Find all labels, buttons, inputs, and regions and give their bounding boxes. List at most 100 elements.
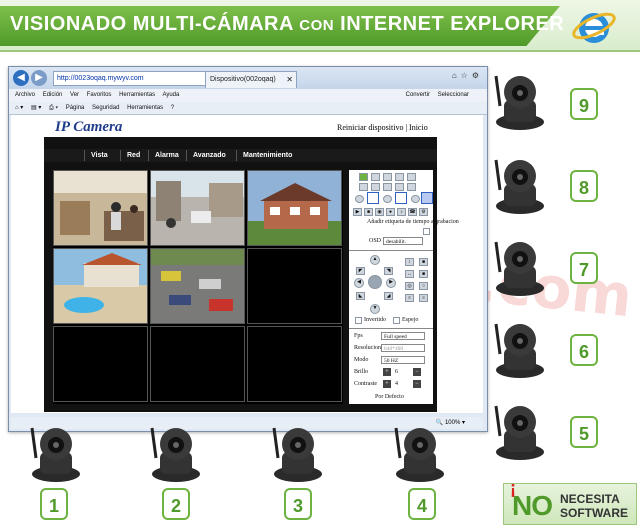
ptz-upleft-icon[interactable]: ◤ — [356, 267, 365, 275]
camera-number-3: 3 — [284, 488, 312, 520]
browser-menubar: Archivo Edición Ver Favoritos Herramient… — [9, 89, 487, 102]
camera-view-7[interactable] — [53, 326, 148, 402]
divider — [349, 328, 433, 329]
contrast-value: 4 — [395, 381, 398, 387]
menu-item-edicion[interactable]: Edición — [43, 92, 63, 98]
layout-5-icon[interactable] — [407, 173, 416, 181]
view-nine-radio[interactable] — [411, 195, 420, 203]
play-icon[interactable]: ▶ — [353, 208, 362, 216]
grid-1-icon[interactable] — [367, 192, 379, 204]
divider — [349, 250, 433, 251]
grid-4-icon[interactable] — [395, 192, 407, 204]
preset-icon[interactable]: ≡ — [405, 294, 414, 302]
menu-item-ayuda[interactable]: Ayuda — [162, 92, 179, 98]
ptz-downleft-icon[interactable]: ◣ — [356, 292, 365, 300]
patrol-horizontal-icon[interactable]: ↔ — [405, 270, 414, 278]
back-button[interactable]: ◀ — [13, 70, 29, 86]
help-icon[interactable]: ? — [171, 105, 174, 111]
menu-item-archivo[interactable]: Archivo — [15, 92, 35, 98]
patrol-stop-icon[interactable]: ■ — [419, 258, 428, 266]
nav-mantenimiento[interactable]: Mantenimiento — [236, 150, 298, 161]
camera-view-4[interactable] — [53, 248, 148, 324]
ptz-right-icon[interactable]: ▶ — [386, 278, 396, 288]
feeds-icon[interactable]: ▤ ▾ — [31, 105, 41, 111]
camera-view-2[interactable] — [150, 170, 245, 246]
osd-select[interactable]: desabilit. — [383, 237, 423, 245]
patrol-vertical-icon[interactable]: ↕ — [405, 258, 414, 266]
grid-9-icon[interactable] — [421, 192, 433, 204]
layout-10-icon[interactable] — [407, 183, 416, 191]
brightness-decrease-button[interactable]: − — [413, 368, 421, 376]
preset2-icon[interactable]: ≡ — [419, 294, 428, 302]
osd-label: OSD — [369, 238, 382, 244]
select-button[interactable]: Seleccionar — [438, 92, 469, 98]
camera-view-9[interactable] — [247, 326, 342, 402]
camera-view-6[interactable] — [247, 248, 342, 324]
stop-icon[interactable]: ■ — [364, 208, 373, 216]
home-icon[interactable]: ⌂ ▾ — [15, 105, 23, 111]
talk-icon[interactable]: ☎ — [408, 208, 417, 216]
layout-3-icon[interactable] — [383, 173, 392, 181]
audio-icon[interactable]: ♪ — [397, 208, 406, 216]
convert-button[interactable]: Convertir — [406, 92, 430, 98]
invert-checkbox[interactable] — [355, 317, 362, 324]
menu-item-favoritos[interactable]: Favoritos — [87, 92, 112, 98]
ptz-downright-icon[interactable]: ◢ — [384, 292, 393, 300]
settings-icon[interactable]: ⚙ — [419, 208, 428, 216]
layout-7-icon[interactable] — [371, 183, 380, 191]
io-off-icon[interactable]: ○ — [419, 282, 428, 290]
brightness-increase-button[interactable]: + — [383, 368, 391, 376]
view-quad-radio[interactable] — [383, 195, 392, 203]
view-single-radio[interactable] — [355, 195, 364, 203]
camera-view-1[interactable] — [53, 170, 148, 246]
tools-menu[interactable]: Herramientas — [127, 105, 163, 111]
camera-view-5[interactable] — [150, 248, 245, 324]
layout-1-icon[interactable] — [359, 173, 368, 181]
badge-no: NO — [512, 490, 553, 521]
record-icon[interactable]: ● — [386, 208, 395, 216]
contrast-decrease-button[interactable]: − — [413, 380, 421, 388]
timestamp-checkbox[interactable] — [423, 228, 430, 235]
main-nav: Vista Red Alarma Avanzado Mantenimiento — [44, 149, 437, 162]
menu-item-ver[interactable]: Ver — [70, 92, 79, 98]
menu-item-herramientas[interactable]: Herramientas — [119, 92, 155, 98]
nav-alarma[interactable]: Alarma — [148, 150, 185, 161]
mode-select[interactable]: 50 HZ — [381, 356, 425, 364]
io-on-icon[interactable]: ◎ — [405, 282, 414, 290]
ptz-center-icon[interactable] — [368, 275, 382, 289]
safety-menu[interactable]: Seguridad — [92, 105, 119, 111]
default-button[interactable]: Por Defecto — [375, 394, 404, 400]
contrast-increase-button[interactable]: + — [383, 380, 391, 388]
ip-camera-icon — [264, 418, 330, 484]
mirror-checkbox[interactable] — [393, 317, 400, 324]
nav-vista[interactable]: Vista — [84, 150, 114, 161]
fps-select[interactable]: Full speed — [381, 332, 425, 340]
layout-8-icon[interactable] — [383, 183, 392, 191]
ptz-up-icon[interactable]: ▲ — [370, 255, 380, 265]
nav-avanzado[interactable]: Avanzado — [186, 150, 232, 161]
layout-4-icon[interactable] — [395, 173, 404, 181]
ptz-left-icon[interactable]: ◀ — [354, 278, 364, 288]
snapshot-icon[interactable]: ◉ — [375, 208, 384, 216]
top-links[interactable]: Reiniciar dispositivo | Inicio — [337, 123, 428, 132]
mirror-label: Espejo — [402, 317, 419, 323]
patrol-stop2-icon[interactable]: ■ — [419, 270, 428, 278]
layout-9-icon[interactable] — [395, 183, 404, 191]
internet-explorer-icon — [572, 12, 616, 43]
top-banner: VISIONADO MULTI-CÁMARA CON INTERNET EXPL… — [0, 0, 640, 52]
layout-6-icon[interactable] — [359, 183, 368, 191]
layout-2-icon[interactable] — [371, 173, 380, 181]
forward-button[interactable]: ▶ — [31, 70, 47, 86]
page-menu[interactable]: Página — [66, 105, 85, 111]
close-tab-icon[interactable]: ✕ — [286, 72, 293, 88]
print-icon[interactable]: ⎙ ▾ — [49, 105, 58, 111]
ptz-down-icon[interactable]: ▼ — [370, 304, 380, 314]
address-bar[interactable]: http://0023oqaq.mywyv.com — [53, 71, 206, 86]
ptz-upright-icon[interactable]: ◥ — [384, 267, 393, 275]
nav-red[interactable]: Red — [120, 150, 146, 161]
resolution-select[interactable]: 640*480 — [381, 344, 425, 352]
camera-view-8[interactable] — [150, 326, 245, 402]
camera-view-3[interactable] — [247, 170, 342, 246]
window-buttons[interactable]: ⌂☆⚙ — [452, 71, 483, 80]
browser-tab[interactable]: Dispositivo(002oqaq) ✕ — [205, 71, 297, 88]
